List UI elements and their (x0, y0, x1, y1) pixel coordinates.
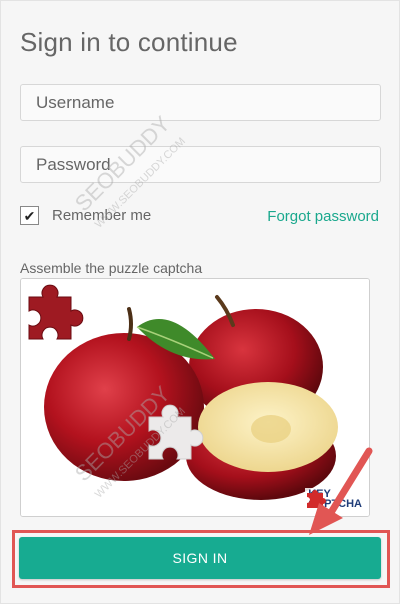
login-panel: Sign in to continue Username Password ✔ … (0, 0, 400, 604)
sign-in-button[interactable]: SIGN IN (19, 537, 381, 579)
username-placeholder: Username (36, 92, 115, 112)
username-input[interactable]: Username (20, 84, 381, 121)
password-input[interactable]: Password (20, 146, 381, 183)
red-arrow-annotation-icon (309, 447, 373, 535)
page-title: Sign in to continue (20, 27, 238, 57)
remember-me-label[interactable]: Remember me (52, 207, 151, 224)
remember-me-checkbox[interactable]: ✔ (20, 206, 39, 225)
password-placeholder: Password (36, 154, 111, 174)
checkmark-icon: ✔ (23, 207, 36, 224)
forgot-password-link[interactable]: Forgot password (267, 208, 379, 225)
captcha-label: Assemble the puzzle captcha (20, 260, 203, 276)
remember-me-row[interactable]: ✔ Remember me (20, 206, 151, 225)
